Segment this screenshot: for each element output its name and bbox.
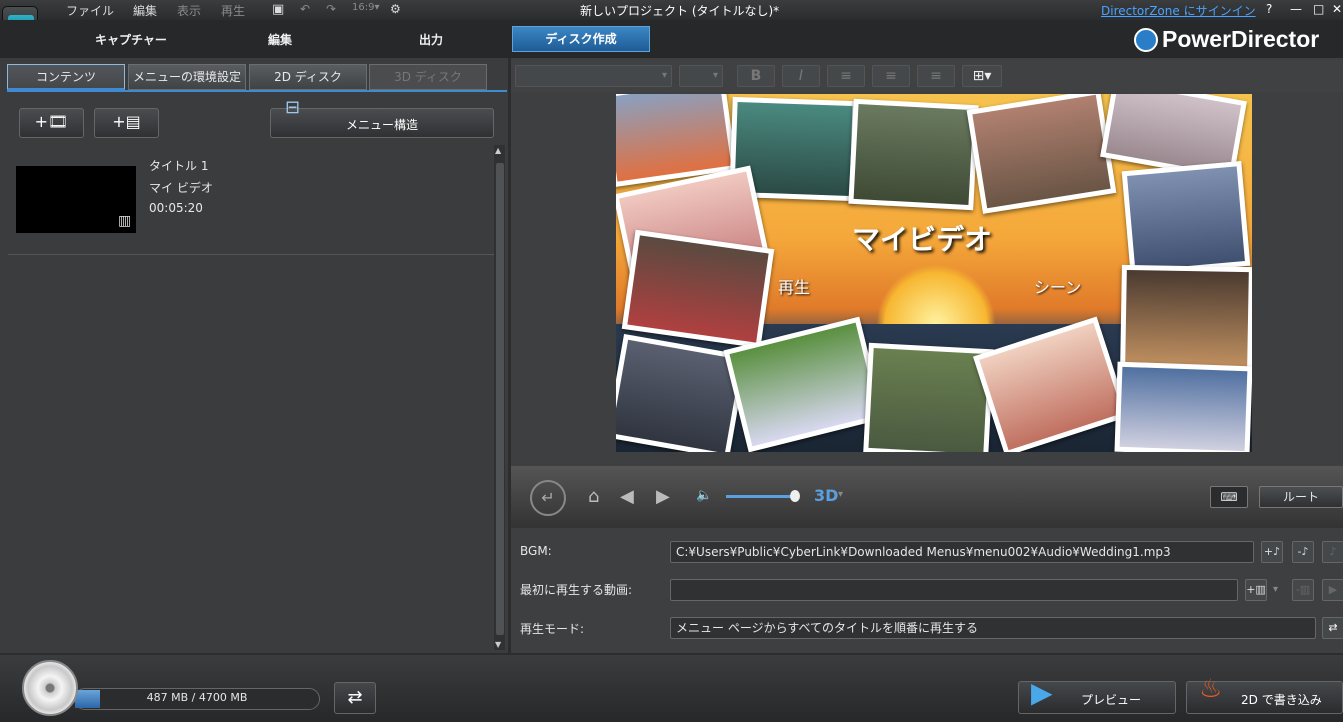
remove-music-icon[interactable]: -♪ bbox=[1292, 541, 1314, 563]
tab-capture[interactable]: キャプチャー bbox=[95, 31, 167, 48]
film-icon: ▥ bbox=[118, 213, 132, 229]
collage-photo bbox=[848, 98, 979, 211]
font-size-select[interactable]: ▾ bbox=[679, 65, 723, 87]
add-first-play-video-icon[interactable]: +▥ bbox=[1245, 579, 1267, 601]
bold-button[interactable]: B bbox=[737, 65, 775, 87]
redo-icon[interactable]: ↷ bbox=[326, 2, 336, 16]
3d-dropdown-icon[interactable]: ▾ bbox=[838, 489, 843, 500]
playback-mode-settings-icon[interactable]: ⇄ bbox=[1322, 617, 1343, 639]
next-icon[interactable]: ▶ bbox=[656, 486, 670, 507]
previous-icon[interactable]: ◀ bbox=[620, 486, 634, 507]
add-chapter-button[interactable]: +▤ bbox=[94, 108, 159, 138]
volume-slider[interactable] bbox=[726, 495, 798, 498]
title-name: タイトル 1 bbox=[149, 159, 209, 173]
tab-menu-settings[interactable]: メニューの環境設定 bbox=[128, 64, 246, 90]
add-title-button[interactable]: +🎞 bbox=[19, 108, 84, 138]
scroll-up-icon[interactable]: ▲ bbox=[495, 146, 501, 155]
volume-slider-handle[interactable] bbox=[790, 490, 800, 502]
tab-edit[interactable]: 編集 bbox=[268, 31, 292, 48]
tab-contents[interactable]: コンテンツ bbox=[7, 64, 125, 90]
scroll-down-icon[interactable]: ▼ bbox=[495, 640, 501, 649]
italic-button[interactable]: I bbox=[782, 65, 820, 87]
window-title: 新しいプロジェクト (タイトルなし)* bbox=[580, 4, 780, 18]
music-settings-icon[interactable]: ♪ bbox=[1322, 541, 1343, 563]
undo-icon[interactable]: ↶ bbox=[300, 2, 310, 16]
menu-preview-canvas[interactable]: マイビデオ 再生 シーン bbox=[616, 94, 1252, 452]
first-play-dropdown-icon[interactable]: ▾ bbox=[1273, 584, 1278, 595]
menu-edit[interactable]: 編集 bbox=[133, 2, 157, 19]
align-left-icon[interactable]: ≡ bbox=[827, 65, 865, 87]
burn-2d-button-label: 2D で書き込み bbox=[1241, 693, 1322, 707]
bgm-path-field[interactable]: C:¥Users¥Public¥CyberLink¥Downloaded Men… bbox=[670, 541, 1254, 563]
keyboard-icon[interactable]: ⌨ bbox=[1210, 486, 1248, 508]
menu-title-text[interactable]: マイビデオ bbox=[852, 218, 992, 258]
grid-layout-icon[interactable]: ⊞▾ bbox=[962, 65, 1002, 87]
minimize-button[interactable]: — bbox=[1290, 2, 1302, 16]
tab-disc-creation[interactable]: ディスク作成 bbox=[512, 26, 650, 52]
burn-2d-button[interactable]: ♨ 2D で書き込み bbox=[1186, 674, 1343, 714]
maximize-button[interactable]: □ bbox=[1313, 2, 1324, 16]
title-thumbnail[interactable]: ▥ bbox=[16, 166, 136, 233]
menu-play-button[interactable]: 再生 bbox=[778, 274, 810, 298]
aspect-ratio-icon[interactable]: 16:9▾ bbox=[352, 2, 379, 13]
playback-mode-label: 再生モード: bbox=[520, 622, 585, 636]
play-first-video-icon[interactable]: ▶ bbox=[1322, 579, 1343, 601]
disc-capacity-text: 487 MB / 4700 MB bbox=[146, 691, 248, 704]
remove-first-play-video-icon[interactable]: -▥ bbox=[1292, 579, 1314, 601]
menu-structure-button[interactable]: ⊟ メニュー構造 bbox=[270, 97, 494, 138]
title-video-name: マイ ビデオ bbox=[149, 181, 213, 195]
collage-photo bbox=[1114, 361, 1252, 452]
brand-up-arrow-icon bbox=[1134, 28, 1158, 52]
preview-button[interactable]: ▶ プレビュー bbox=[1018, 676, 1176, 714]
root-button[interactable]: ルート bbox=[1259, 486, 1343, 508]
collage-photo bbox=[1120, 264, 1252, 373]
align-right-icon[interactable]: ≡ bbox=[917, 65, 955, 87]
save-icon[interactable]: ▣ bbox=[272, 2, 284, 17]
sun-glow bbox=[876, 264, 996, 324]
scrollbar-thumb[interactable] bbox=[496, 163, 504, 635]
first-play-field[interactable] bbox=[670, 579, 1238, 601]
swap-disc-icon[interactable]: ⇄ bbox=[334, 682, 376, 714]
help-button[interactable]: ? bbox=[1266, 2, 1272, 16]
title-duration: 00:05:20 bbox=[149, 201, 203, 215]
menu-structure-icon: ⊟ bbox=[285, 97, 301, 118]
title-bar: ファイル 編集 表示 再生 ▣ ↶ ↷ 16:9▾ ⚙ 新しいプロジェクト (タ… bbox=[0, 0, 1343, 20]
preview-button-label: プレビュー bbox=[1081, 693, 1142, 707]
add-music-icon[interactable]: +♪ bbox=[1261, 541, 1283, 563]
tab-output[interactable]: 出力 bbox=[419, 31, 443, 48]
tab-3d-disc[interactable]: 3D ディスク bbox=[369, 64, 487, 90]
volume-icon: 🔈 bbox=[696, 488, 713, 503]
subtab-underline bbox=[7, 90, 507, 92]
play-triangle-icon: ▶ bbox=[1031, 676, 1053, 709]
brand-logo: PowerDirector bbox=[1162, 26, 1320, 52]
menu-structure-label: メニュー構造 bbox=[346, 118, 419, 132]
font-family-select[interactable]: ▾ bbox=[515, 65, 672, 87]
first-play-label: 最初に再生する動画: bbox=[520, 583, 633, 597]
collage-photo bbox=[966, 94, 1117, 214]
tab-2d-disc[interactable]: 2D ディスク bbox=[249, 64, 367, 90]
align-center-icon[interactable]: ≡ bbox=[872, 65, 910, 87]
flame-icon: ♨ bbox=[1199, 674, 1223, 704]
collage-photo bbox=[621, 229, 775, 349]
menu-view[interactable]: 表示 bbox=[177, 2, 201, 19]
directorzone-signin-link[interactable]: DirectorZone にサインイン bbox=[1101, 2, 1256, 19]
home-icon[interactable]: ⌂ bbox=[588, 486, 599, 507]
close-button[interactable]: ✕ bbox=[1332, 2, 1342, 16]
bgm-label: BGM: bbox=[520, 544, 552, 558]
playback-mode-field[interactable]: メニュー ページからすべてのタイトルを順番に再生する bbox=[670, 617, 1316, 639]
menu-play[interactable]: 再生 bbox=[221, 2, 245, 19]
disc-icon bbox=[22, 660, 78, 716]
3d-toggle-icon[interactable]: 3D bbox=[814, 486, 838, 505]
collage-photo bbox=[1121, 160, 1251, 277]
menu-scene-button[interactable]: シーン bbox=[1034, 274, 1081, 298]
return-icon[interactable]: ↵ bbox=[530, 480, 566, 516]
settings-gear-icon[interactable]: ⚙ bbox=[390, 2, 401, 16]
menu-file[interactable]: ファイル bbox=[66, 2, 114, 19]
